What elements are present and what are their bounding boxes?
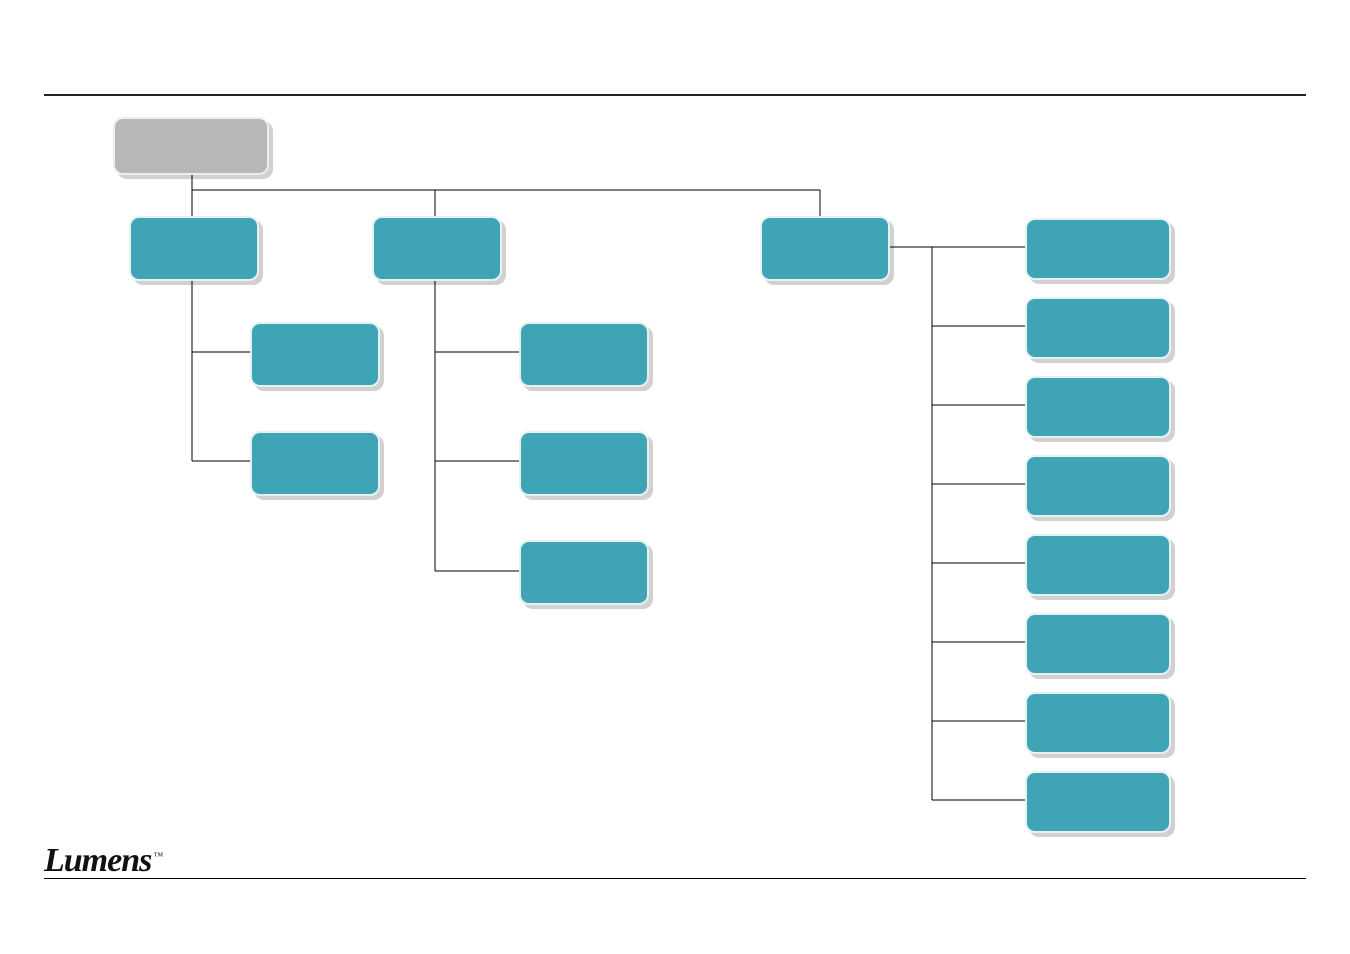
brand-logo: Lumens™ (44, 842, 162, 880)
node-b3 (519, 540, 649, 605)
node-d3 (1025, 376, 1171, 438)
node-root (113, 117, 269, 175)
node-d4 (1025, 455, 1171, 517)
brand-text: Lumens (44, 842, 151, 879)
node-b (372, 216, 502, 281)
node-d2 (1025, 297, 1171, 359)
page: Lumens™ (0, 0, 1350, 954)
trademark: ™ (153, 851, 162, 862)
node-d1 (1025, 218, 1171, 280)
node-d6 (1025, 613, 1171, 675)
node-d8 (1025, 771, 1171, 833)
node-d7 (1025, 692, 1171, 754)
node-d5 (1025, 534, 1171, 596)
node-c (760, 216, 890, 281)
footer-divider (44, 878, 1306, 879)
node-a1 (250, 322, 380, 387)
node-a2 (250, 431, 380, 496)
node-b1 (519, 322, 649, 387)
node-b2 (519, 431, 649, 496)
node-a (129, 216, 259, 281)
